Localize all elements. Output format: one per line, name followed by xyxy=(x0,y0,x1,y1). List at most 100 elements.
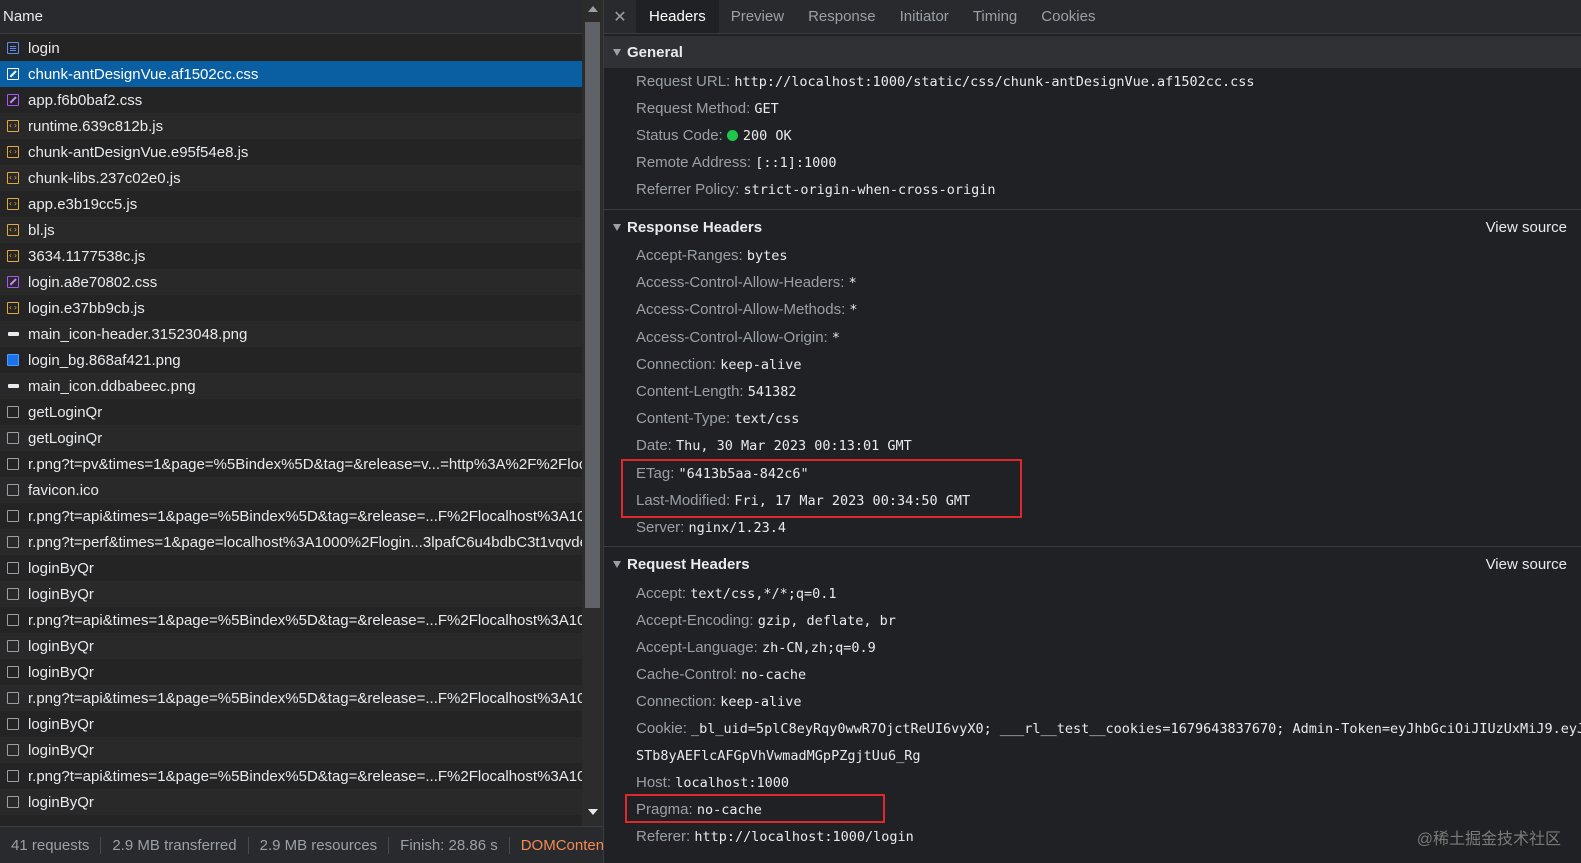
header-row[interactable]: Request URL: http://localhost:1000/stati… xyxy=(636,73,1255,90)
request-row[interactable]: login_bg.868af421.png xyxy=(0,347,582,373)
request-headers-title: Request Headers xyxy=(627,555,750,573)
status-ok-dot-icon xyxy=(726,130,738,141)
header-row[interactable]: Cookie: _bl_uid=5plC8eyRqy0wwR7OjctReUI6… xyxy=(636,720,1581,737)
general-section-header[interactable]: General xyxy=(604,36,1581,68)
request-name: login.e37bb9cb.js xyxy=(28,299,145,317)
header-row[interactable]: Status Code: 200 OK xyxy=(636,127,792,144)
request-row[interactable]: bl.js xyxy=(0,217,582,243)
request-row[interactable]: main_icon-header.31523048.png xyxy=(0,321,582,347)
scroll-down-arrow-icon[interactable] xyxy=(588,809,598,815)
tab-response[interactable]: Response xyxy=(796,0,888,33)
header-row[interactable]: Connection: keep-alive xyxy=(636,693,802,710)
request-row[interactable]: loginByQr xyxy=(0,581,582,607)
details-tabbar: ✕ Headers Preview Response Initiator Tim… xyxy=(604,0,1581,34)
header-row[interactable]: Accept: text/css,*/*;q=0.1 xyxy=(636,585,837,602)
header-key: Request Method: xyxy=(636,100,751,117)
transferred-size: 2.9 MB transferred xyxy=(101,836,249,854)
header-row[interactable]: Content-Length: 541382 xyxy=(636,383,797,400)
request-name: app.e3b19cc5.js xyxy=(28,195,138,213)
section-divider xyxy=(604,546,1581,547)
request-name: loginByQr xyxy=(28,741,94,759)
header-row[interactable]: Content-Type: text/css xyxy=(636,410,799,427)
name-column-label: Name xyxy=(3,8,44,25)
header-row[interactable]: Referrer Policy: strict-origin-when-cros… xyxy=(636,181,996,198)
request-list-scrollbar[interactable] xyxy=(582,0,603,826)
tab-cookies[interactable]: Cookies xyxy=(1029,0,1107,33)
header-value: STb8yAEFlcAFGpVhVwmadMGpPZgjtUu6_Rg xyxy=(636,748,921,764)
header-key: Accept-Ranges: xyxy=(636,247,743,264)
request-row[interactable]: chunk-antDesignVue.af1502cc.css xyxy=(0,61,582,87)
request-row[interactable]: login.a8e70802.css xyxy=(0,269,582,295)
fetch-icon xyxy=(7,588,19,600)
request-row[interactable]: loginByQr xyxy=(0,789,582,815)
request-headers-section-header[interactable]: Request Headers View source xyxy=(604,548,1581,580)
header-row[interactable]: Access-Control-Allow-Headers: * xyxy=(636,274,857,291)
header-row[interactable]: Access-Control-Allow-Methods: * xyxy=(636,301,858,318)
request-row[interactable]: chunk-libs.237c02e0.js xyxy=(0,165,582,191)
request-row[interactable]: favicon.ico xyxy=(0,477,582,503)
tab-headers[interactable]: Headers xyxy=(636,0,719,33)
request-row[interactable]: r.png?t=perf&times=1&page=localhost%3A10… xyxy=(0,529,582,555)
request-row[interactable]: loginByQr xyxy=(0,659,582,685)
close-icon[interactable]: ✕ xyxy=(604,0,636,33)
request-row[interactable]: app.e3b19cc5.js xyxy=(0,191,582,217)
header-row[interactable]: Access-Control-Allow-Origin: * xyxy=(636,329,840,346)
fetch-icon xyxy=(7,614,19,626)
scroll-up-arrow-icon[interactable] xyxy=(588,6,598,12)
header-row[interactable]: Host: localhost:1000 xyxy=(636,774,789,791)
request-name: loginByQr xyxy=(28,585,94,603)
header-row[interactable]: Referer: http://localhost:1000/login xyxy=(636,828,914,845)
request-row[interactable]: loginByQr xyxy=(0,633,582,659)
tab-timing[interactable]: Timing xyxy=(961,0,1029,33)
fetch-icon xyxy=(7,744,19,756)
header-row[interactable]: STb8yAEFlcAFGpVhVwmadMGpPZgjtUu6_Rg xyxy=(636,747,920,764)
request-row[interactable]: loginByQr xyxy=(0,737,582,763)
header-row[interactable]: Remote Address: [::1]:1000 xyxy=(636,154,837,171)
header-value: * xyxy=(849,302,858,319)
request-row[interactable]: r.png?t=api&times=1&page=%5Bindex%5D&tag… xyxy=(0,503,582,529)
name-column-header[interactable]: Name xyxy=(0,0,582,34)
request-row[interactable]: r.png?t=api&times=1&page=%5Bindex%5D&tag… xyxy=(0,607,582,633)
header-row[interactable]: Accept-Encoding: gzip, deflate, br xyxy=(636,612,896,629)
script-icon xyxy=(7,120,19,132)
header-row[interactable]: Cache-Control: no-cache xyxy=(636,666,806,683)
fetch-icon xyxy=(7,458,19,470)
request-row[interactable]: loginByQr xyxy=(0,711,582,737)
script-icon xyxy=(7,146,19,158)
scroll-thumb[interactable] xyxy=(585,22,600,608)
header-value: http://localhost:1000/static/css/chunk-a… xyxy=(734,74,1255,90)
tab-preview[interactable]: Preview xyxy=(719,0,796,33)
request-row[interactable]: r.png?t=api&times=1&page=%5Bindex%5D&tag… xyxy=(0,685,582,711)
request-row[interactable]: runtime.639c812b.js xyxy=(0,113,582,139)
request-row[interactable]: r.png?t=pv&times=1&page=%5Bindex%5D&tag=… xyxy=(0,451,582,477)
request-row[interactable]: loginByQr xyxy=(0,555,582,581)
request-row[interactable]: chunk-antDesignVue.e95f54e8.js xyxy=(0,139,582,165)
header-row[interactable]: Connection: keep-alive xyxy=(636,356,802,373)
header-key: Cookie: xyxy=(636,720,687,737)
request-row[interactable]: login.e37bb9cb.js xyxy=(0,295,582,321)
request-row[interactable]: login xyxy=(0,35,582,61)
header-key: Access-Control-Allow-Methods: xyxy=(636,301,846,319)
header-key: Accept-Encoding: xyxy=(636,612,754,629)
header-row[interactable]: Server: nginx/1.23.4 xyxy=(636,519,786,536)
fetch-icon xyxy=(7,692,19,704)
response-view-source-link[interactable]: View source xyxy=(1486,219,1567,236)
tab-initiator[interactable]: Initiator xyxy=(888,0,961,33)
request-row[interactable]: main_icon.ddbabeec.png xyxy=(0,373,582,399)
header-value: text/css xyxy=(734,411,800,428)
header-row[interactable]: Accept-Language: zh-CN,zh;q=0.9 xyxy=(636,639,876,656)
request-row[interactable]: getLoginQr xyxy=(0,425,582,451)
header-row[interactable]: Request Method: GET xyxy=(636,100,779,117)
request-view-source-link[interactable]: View source xyxy=(1486,556,1567,573)
header-row[interactable]: Accept-Ranges: bytes xyxy=(636,247,788,264)
pragma-highlight-box xyxy=(625,794,885,823)
response-headers-section-header[interactable]: Response Headers View source xyxy=(604,211,1581,243)
request-row[interactable]: getLoginQr xyxy=(0,399,582,425)
fetch-icon xyxy=(7,718,19,730)
request-row[interactable]: r.png?t=api&times=1&page=%5Bindex%5D&tag… xyxy=(0,763,582,789)
request-row[interactable]: 3634.1177538c.js xyxy=(0,243,582,269)
header-row[interactable]: Date: Thu, 30 Mar 2023 00:13:01 GMT xyxy=(636,437,912,454)
header-value: _bl_uid=5plC8eyRqy0wwR7OjctReUI6vyX0; __… xyxy=(691,721,1581,737)
request-row[interactable]: app.f6b0baf2.css xyxy=(0,87,582,113)
fetch-icon xyxy=(7,640,19,652)
